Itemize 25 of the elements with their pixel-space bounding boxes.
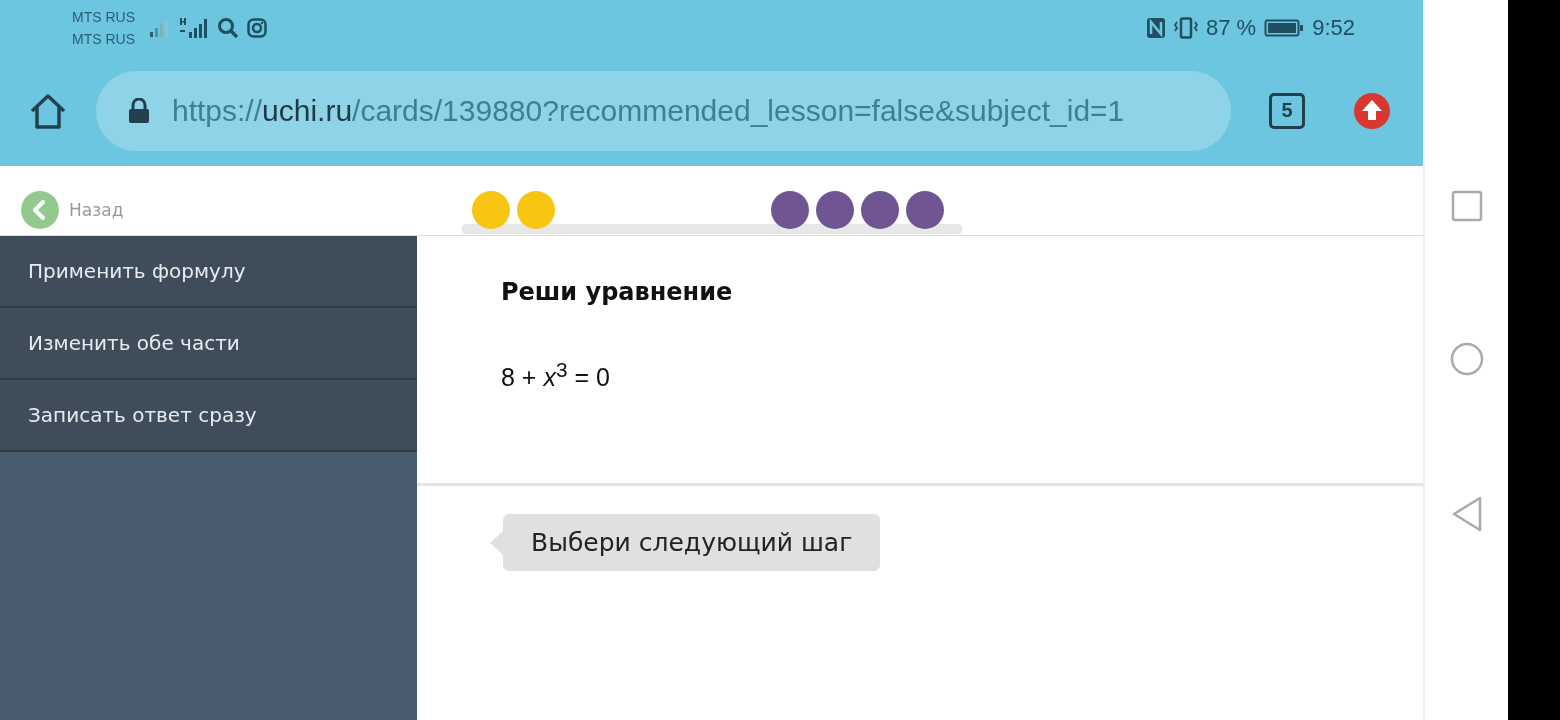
signal-icon <box>179 16 209 39</box>
home-circle-icon[interactable] <box>1449 342 1484 376</box>
step-option[interactable]: Применить формулу <box>0 236 417 308</box>
equation: 8 + x$^{3}$ = 0 <box>501 358 610 393</box>
step-option[interactable]: Изменить обе части <box>0 308 417 380</box>
tab-count-button[interactable]: 5 <box>1269 92 1305 129</box>
url-field[interactable]: https://uchi.ru/cards/139880?recommended_lesson=false&subject_id=1 <box>96 70 1231 151</box>
nfc-icon <box>1146 16 1166 39</box>
back-triangle-icon[interactable] <box>1451 496 1482 532</box>
back-icon[interactable] <box>21 190 59 229</box>
clock-time: 9:52 <box>1312 14 1355 41</box>
signal-icon <box>149 17 171 38</box>
lock-icon <box>128 97 150 124</box>
carrier-name: MTS RUS <box>72 29 135 49</box>
task-title: Реши уравнение <box>501 278 733 306</box>
recent-apps-icon[interactable] <box>1450 190 1483 222</box>
camera-icon <box>247 17 267 38</box>
battery-icon <box>1264 17 1305 38</box>
carrier-name: MTS RUS <box>72 7 135 27</box>
bubble-pointer <box>490 530 503 555</box>
step-option[interactable]: Записать ответ сразу <box>0 380 417 452</box>
battery-percent: 87 % <box>1206 14 1257 41</box>
search-icon <box>217 16 239 39</box>
hint-bubble: Выбери следующий шаг <box>503 514 881 571</box>
vibrate-icon <box>1174 16 1198 39</box>
